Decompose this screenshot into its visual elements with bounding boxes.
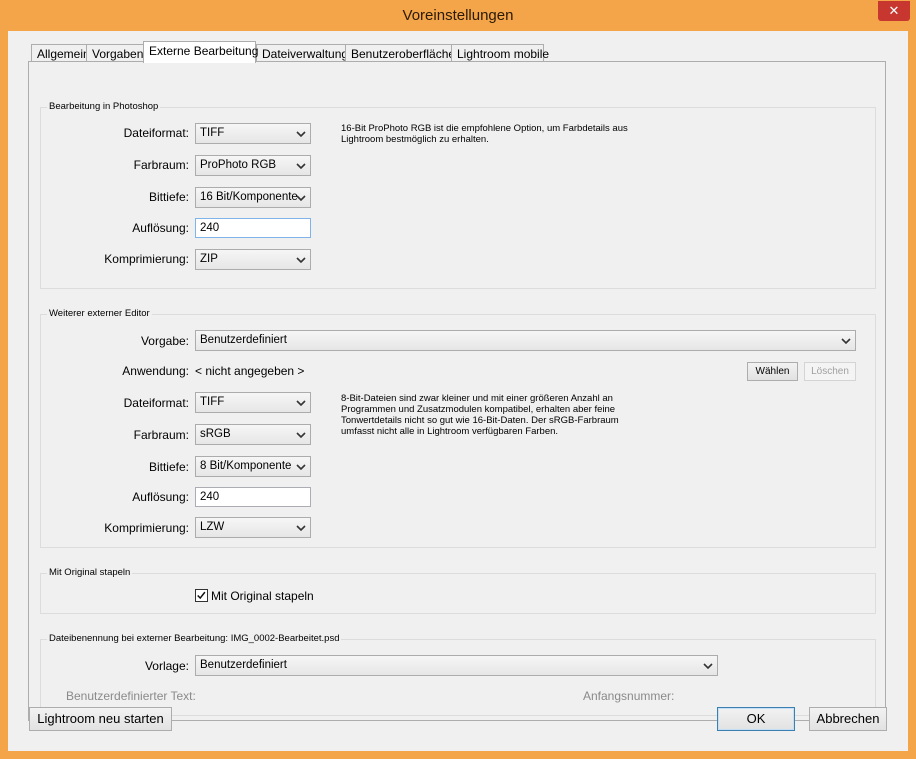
ext-bittiefe-select[interactable]: 8 Bit/Komponente — [195, 456, 311, 477]
stack-checkbox[interactable] — [195, 589, 208, 602]
ps-komprimierung-value: ZIP — [200, 253, 218, 265]
ext-aufloesung-label: Auflösung: — [132, 490, 189, 504]
naming-vorlage-select[interactable]: Benutzerdefiniert — [195, 655, 718, 676]
ext-aufloesung-input[interactable]: 240 — [195, 487, 311, 507]
chevron-down-icon — [296, 195, 306, 202]
ps-note-line: Lightroom bestmöglich zu erhalten. — [341, 134, 489, 145]
ext-dateiformat-value: TIFF — [200, 396, 225, 408]
ext-anwendung-label: Anwendung: — [122, 364, 189, 378]
chevron-down-icon — [296, 525, 306, 532]
chevron-down-icon — [296, 163, 306, 170]
ps-note-line: 16-Bit ProPhoto RGB ist die empfohlene O… — [341, 123, 628, 134]
restart-lightroom-button[interactable]: Lightroom neu starten — [29, 707, 172, 731]
ext-bittiefe-label: Bittiefe: — [148, 460, 189, 474]
ext-bitdepth-note: 8-Bit-Dateien sind zwar kleiner und mit … — [341, 393, 631, 437]
ext-dateiformat-label: Dateiformat: — [123, 396, 189, 410]
close-icon[interactable]: ✕ — [878, 1, 910, 21]
group-file-naming: Dateibenennung bei externer Bearbeitung:… — [40, 633, 876, 716]
custom-text-label: Benutzerdefinierter Text: — [66, 689, 196, 703]
loeschen-button[interactable]: Löschen — [804, 362, 856, 381]
preferences-window: Voreinstellungen ✕ Allgemein Vorgaben Ex… — [0, 0, 916, 759]
ext-note-line: Programmen und Zusatzmodulen kompatibel,… — [341, 404, 616, 415]
ps-dateiformat-value: TIFF — [200, 127, 225, 139]
ext-note-line: 8-Bit-Dateien sind zwar kleiner und mit … — [341, 393, 613, 404]
ext-komprimierung-select[interactable]: LZW — [195, 517, 311, 538]
ps-bittiefe-select[interactable]: 16 Bit/Komponente — [195, 187, 311, 208]
chevron-down-icon — [296, 464, 306, 471]
naming-vorlage-label: Vorlage: — [144, 659, 189, 673]
group-external-label: Weiterer externer Editor — [47, 308, 152, 319]
ext-farbraum-select[interactable]: sRGB — [195, 424, 311, 445]
ps-farbraum-value: ProPhoto RGB — [200, 159, 277, 171]
ps-bittiefe-value: 16 Bit/Komponente — [200, 191, 298, 203]
chevron-down-icon — [296, 131, 306, 138]
ext-vorgabe-label: Vorgabe: — [140, 334, 189, 348]
group-naming-label: Dateibenennung bei externer Bearbeitung:… — [47, 633, 342, 644]
ext-vorgabe-value: Benutzerdefiniert — [200, 334, 287, 346]
naming-vorlage-value: Benutzerdefiniert — [200, 659, 287, 671]
ext-note-line: Tonwertdetails nicht so gut wie 16-Bit-D… — [341, 415, 619, 426]
chevron-down-icon — [296, 432, 306, 439]
ps-farbraum-select[interactable]: ProPhoto RGB — [195, 155, 311, 176]
title-bar[interactable]: Voreinstellungen ✕ — [0, 0, 916, 32]
checkmark-icon — [197, 591, 206, 600]
tab-panel-externe-bearbeitung: Bearbeitung in Photoshop Dateiformat: TI… — [28, 61, 886, 721]
cancel-button[interactable]: Abbrechen — [809, 707, 887, 731]
start-number-label: Anfangsnummer: — [583, 689, 675, 703]
group-stack-label: Mit Original stapeln — [47, 567, 133, 578]
group-stack-original: Mit Original stapeln Mit Original stapel… — [40, 567, 876, 614]
ps-farbraum-label: Farbraum: — [133, 158, 189, 172]
ext-bittiefe-value: 8 Bit/Komponente — [200, 460, 292, 472]
group-photoshop-label: Bearbeitung in Photoshop — [47, 101, 161, 112]
ext-farbraum-value: sRGB — [200, 428, 231, 440]
ps-aufloesung-input[interactable]: 240 — [195, 218, 311, 238]
dialog-client-area: Allgemein Vorgaben Externe Bearbeitung D… — [8, 31, 908, 751]
ps-dateiformat-select[interactable]: TIFF — [195, 123, 311, 144]
ext-note-line: umfasst nicht alle in Lightroom verfügba… — [341, 426, 559, 437]
window-title: Voreinstellungen — [402, 7, 514, 24]
ext-farbraum-label: Farbraum: — [133, 428, 189, 442]
ps-aufloesung-label: Auflösung: — [132, 221, 189, 235]
tab-externe-bearbeitung[interactable]: Externe Bearbeitung — [143, 41, 258, 63]
chevron-down-icon — [703, 663, 713, 670]
ext-komprimierung-label: Komprimierung: — [104, 521, 189, 535]
ok-button[interactable]: OK — [717, 707, 795, 731]
ps-komprimierung-select[interactable]: ZIP — [195, 249, 311, 270]
chevron-down-icon — [296, 400, 306, 407]
ps-bittiefe-label: Bittiefe: — [148, 190, 189, 204]
ext-vorgabe-select[interactable]: Benutzerdefiniert — [195, 330, 856, 351]
chevron-down-icon — [296, 257, 306, 264]
ps-komprimierung-label: Komprimierung: — [104, 252, 189, 266]
ext-anwendung-value: < nicht angegeben > — [195, 364, 305, 378]
ext-komprimierung-value: LZW — [200, 521, 225, 533]
ext-dateiformat-select[interactable]: TIFF — [195, 392, 311, 413]
chevron-down-icon — [841, 338, 851, 345]
ps-dateiformat-label: Dateiformat: — [123, 126, 189, 140]
group-photoshop: Bearbeitung in Photoshop Dateiformat: TI… — [40, 101, 876, 289]
stack-checkbox-label[interactable]: Mit Original stapeln — [211, 589, 314, 603]
waehlen-button[interactable]: Wählen — [747, 362, 798, 381]
group-external-editor: Weiterer externer Editor Vorgabe: Benutz… — [40, 308, 876, 548]
ps-recommendation-note: 16-Bit ProPhoto RGB ist die empfohlene O… — [341, 123, 631, 145]
